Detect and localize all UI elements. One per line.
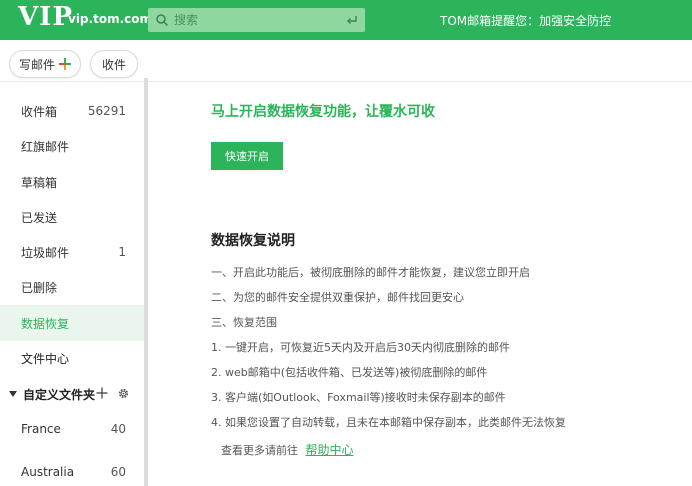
sidebar-item-label: 数据恢复 — [21, 316, 70, 331]
description-line: 二、为您的邮件安全提供双重保护，邮件找回更安心 — [211, 291, 464, 304]
vip-logo[interactable]: VIP — [18, 2, 73, 32]
description-line: 4. 如果您设置了自动转载，且未在本邮箱中保存副本，此类邮件无法恢复 — [211, 416, 566, 429]
sidebar-item-label: 红旗邮件 — [21, 139, 70, 154]
search-input[interactable] — [174, 8, 334, 32]
sidebar-item-inbox[interactable]: 收件箱 56291 — [0, 93, 144, 129]
promo-title: 马上开启数据恢复功能，让覆水可收 — [211, 104, 435, 120]
receive-label: 收件 — [101, 57, 126, 72]
sidebar-item-sent[interactable]: 已发送 — [0, 199, 144, 235]
description-line: 3. 客户端(如Outlook、Foxmail等)接收时未保存副本的邮件 — [211, 391, 506, 404]
collapse-triangle-icon[interactable] — [9, 391, 17, 397]
security-notice[interactable]: TOM邮箱提醒您：加强安全防控 — [440, 12, 611, 29]
enter-icon[interactable] — [345, 13, 359, 27]
sidebar-item-label: 已删除 — [21, 280, 58, 295]
action-bar: 写邮件 收件 — [0, 40, 692, 82]
description-line: 1. 一键开启，可恢复近5天内及开启后30天内彻底删除的邮件 — [211, 341, 510, 354]
search-box[interactable] — [148, 8, 365, 32]
help-center-link[interactable]: 帮助中心 — [306, 443, 354, 457]
unread-count: 56291 — [87, 104, 126, 118]
sidebar-item-spam[interactable]: 垃圾邮件 1 — [0, 234, 144, 270]
quick-enable-button[interactable]: 快速开启 — [211, 142, 283, 170]
folder-count: 40 — [110, 422, 126, 436]
compose-button[interactable]: 写邮件 — [9, 50, 81, 78]
sidebar-item-drafts[interactable]: 草稿箱 — [0, 164, 144, 200]
description-line: 一、开启此功能后，被彻底删除的邮件才能恢复，建议您立即开启 — [211, 266, 530, 279]
section-title: 数据恢复说明 — [211, 233, 295, 249]
sidebar-item-label: 收件箱 — [21, 104, 58, 119]
folder-item-france[interactable]: France 40 — [0, 411, 144, 447]
sidebar-item-data-recovery[interactable]: 数据恢复 — [0, 305, 144, 341]
plus-icon — [59, 58, 71, 70]
add-folder-icon[interactable] — [96, 387, 108, 399]
sidebar-item-file-center[interactable]: 文件中心 — [0, 340, 144, 376]
sidebar-item-label: 文件中心 — [21, 351, 70, 366]
receive-button[interactable]: 收件 — [90, 50, 138, 78]
logo-domain[interactable]: vip.tom.com — [68, 12, 152, 26]
sidebar-item-label: 垃圾邮件 — [21, 245, 70, 260]
compose-label: 写邮件 — [18, 57, 55, 72]
folder-count: 60 — [110, 465, 126, 479]
folder-item-label: France — [21, 422, 61, 436]
folder-item-australia[interactable]: Australia 60 — [0, 454, 144, 486]
sidebar-item-label: 已发送 — [21, 210, 58, 225]
sidebar-item-flagged[interactable]: 红旗邮件 — [0, 128, 144, 164]
sidebar: 收件箱 56291 红旗邮件 草稿箱 已发送 垃圾邮件 1 已删除 数据恢复 文… — [0, 82, 148, 486]
gear-icon[interactable] — [117, 387, 130, 400]
description-line: 三、恢复范围 — [211, 316, 277, 329]
folder-item-label: Australia — [21, 465, 75, 479]
main-content: 马上开启数据恢复功能，让覆水可收 快速开启 数据恢复说明 一、开启此功能后，被彻… — [148, 82, 692, 486]
sidebar-item-deleted[interactable]: 已删除 — [0, 269, 144, 305]
spam-count: 1 — [118, 245, 126, 259]
sidebar-item-label: 草稿箱 — [21, 175, 58, 190]
custom-folders-label: 自定义文件夹 — [23, 387, 96, 402]
custom-folders-header[interactable]: 自定义文件夹 — [0, 376, 144, 412]
search-icon[interactable] — [155, 13, 169, 27]
help-prefix: 查看更多请前往 — [221, 444, 298, 457]
top-header: VIP vip.tom.com TOM邮箱提醒您：加强安全防控 — [0, 0, 692, 40]
help-line: 查看更多请前往 帮助中心 — [221, 441, 354, 458]
description-line: 2. web邮箱中(包括收件箱、已发送等)被彻底删除的邮件 — [211, 366, 488, 379]
